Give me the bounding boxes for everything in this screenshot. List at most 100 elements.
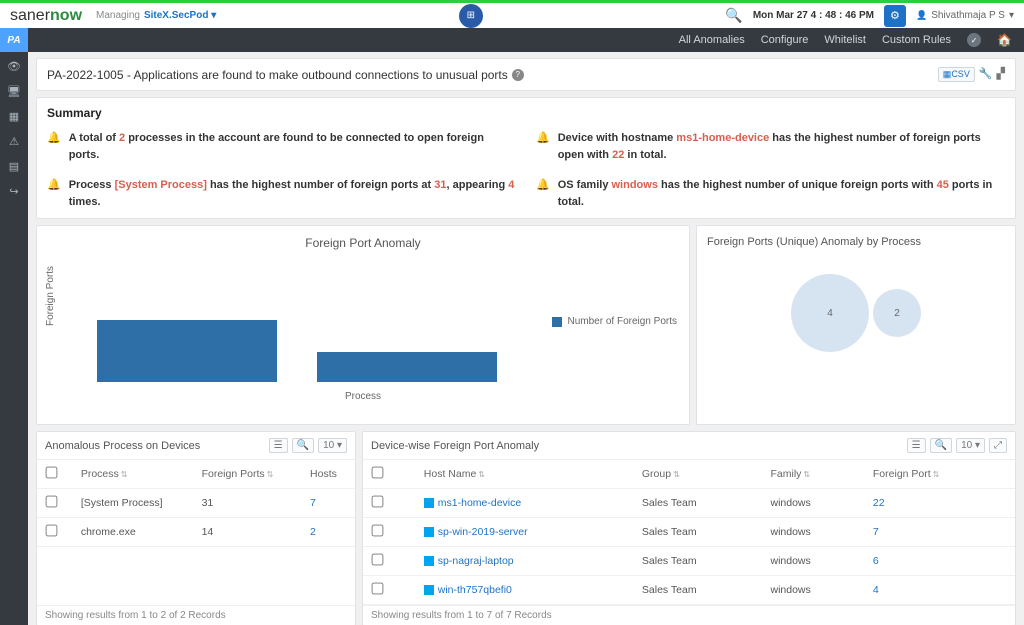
bubble-chart[interactable]: 4 2 xyxy=(707,274,1005,352)
page-size-select[interactable]: 10 ▾ xyxy=(956,438,985,453)
csv-button[interactable]: ▦CSV xyxy=(938,67,975,82)
col-family[interactable]: Family⇅ xyxy=(762,460,864,489)
clock-label: Mon Mar 27 4 : 48 : 46 PM xyxy=(753,10,874,21)
row-checkbox[interactable] xyxy=(46,525,58,537)
windows-icon xyxy=(424,527,434,537)
wrench-icon[interactable]: 🔧 xyxy=(979,67,993,82)
summary-panel: Summary 🔔A total of 2 processes in the a… xyxy=(36,97,1016,219)
windows-icon xyxy=(424,556,434,566)
bar-2 xyxy=(317,352,497,382)
check-icon[interactable]: ✓ xyxy=(967,33,981,47)
bell-icon: 🔔 xyxy=(536,130,550,163)
table-row: sp-win-2019-serverSales Teamwindows7 xyxy=(363,518,1015,547)
device-table: Host Name⇅ Group⇅ Family⇅ Foreign Port⇅ … xyxy=(363,460,1015,605)
summary-heading: Summary xyxy=(47,106,1005,120)
port-link[interactable]: 22 xyxy=(873,497,885,509)
bell-icon: 🔔 xyxy=(536,177,550,210)
table-row: [System Process]317 xyxy=(37,489,355,518)
col-foreign-port[interactable]: Foreign Port⇅ xyxy=(865,460,1015,489)
settings-icon[interactable]: ⚙ xyxy=(884,5,906,27)
bubble-2: 2 xyxy=(873,289,921,337)
search-icon[interactable]: 🔍 xyxy=(292,438,314,453)
managing-label: Managing xyxy=(96,10,140,21)
sidebar: 👁 🖥 ▦ ⚠ ▤ ↪ xyxy=(0,52,28,625)
process-table-panel: Anomalous Process on Devices ☰ 🔍 10 ▾ Pr… xyxy=(36,431,356,625)
nav-custom-rules[interactable]: Custom Rules xyxy=(882,34,951,46)
book-icon[interactable]: ▤ xyxy=(9,160,19,173)
table-row: win-th757qbefi0Sales Teamwindows4 xyxy=(363,576,1015,605)
port-link[interactable]: 6 xyxy=(873,555,879,567)
table1-title: Anomalous Process on Devices xyxy=(45,440,200,452)
monitor-icon[interactable]: 🖥 xyxy=(7,85,21,98)
select-all-checkbox[interactable] xyxy=(46,467,58,479)
row-checkbox[interactable] xyxy=(372,583,384,595)
page-size-select[interactable]: 10 ▾ xyxy=(318,438,347,453)
process-table: Process⇅ Foreign Ports⇅ Hosts [System Pr… xyxy=(37,460,355,547)
search-icon[interactable]: 🔍 xyxy=(725,7,742,24)
page-title: PA-2022-1005 - Applications are found to… xyxy=(47,68,508,82)
chevron-down-icon: ▾ xyxy=(211,10,216,21)
site-dropdown[interactable]: SiteX.SecPod ▾ xyxy=(144,10,216,21)
bar-1 xyxy=(97,320,277,382)
table-row: chrome.exe142 xyxy=(37,518,355,547)
bell-icon: 🔔 xyxy=(47,130,61,163)
col-process[interactable]: Process⇅ xyxy=(73,460,194,489)
alert-icon[interactable]: ⚠ xyxy=(9,135,19,148)
port-link[interactable]: 7 xyxy=(873,526,879,538)
bar-chart-panel: Foreign Port Anomaly Foreign Ports Proce… xyxy=(36,225,690,425)
title-panel: PA-2022-1005 - Applications are found to… xyxy=(36,58,1016,91)
bar-chart[interactable] xyxy=(97,302,497,382)
x-axis-label: Process xyxy=(345,391,381,402)
bubble-chart-panel: Foreign Ports (Unique) Anomaly by Proces… xyxy=(696,225,1016,425)
chart-title: Foreign Port Anomaly xyxy=(47,236,679,250)
home-icon[interactable]: 🏠 xyxy=(997,33,1012,47)
hosts-link[interactable]: 7 xyxy=(310,497,316,509)
user-menu[interactable]: Shivathmaja P S ▾ xyxy=(916,10,1014,21)
row-checkbox[interactable] xyxy=(372,554,384,566)
row-checkbox[interactable] xyxy=(372,525,384,537)
select-all-checkbox[interactable] xyxy=(372,467,384,479)
bubble-title: Foreign Ports (Unique) Anomaly by Proces… xyxy=(707,236,1005,248)
col-host[interactable]: Host Name⇅ xyxy=(416,460,634,489)
table-row: sp-nagraj-laptopSales Teamwindows6 xyxy=(363,547,1015,576)
col-group[interactable]: Group⇅ xyxy=(634,460,763,489)
port-link[interactable]: 4 xyxy=(873,584,879,596)
device-table-panel: Device-wise Foreign Port Anomaly ☰ 🔍 10 … xyxy=(362,431,1016,625)
windows-icon xyxy=(424,498,434,508)
row-checkbox[interactable] xyxy=(46,496,58,508)
chart-legend: Number of Foreign Ports xyxy=(552,316,678,327)
search-icon[interactable]: 🔍 xyxy=(930,438,952,453)
bell-icon: 🔔 xyxy=(47,177,61,210)
nav-whitelist[interactable]: Whitelist xyxy=(824,34,866,46)
nav-bar: PA All Anomalies Configure Whitelist Cus… xyxy=(0,28,1024,52)
main-content: PA-2022-1005 - Applications are found to… xyxy=(28,52,1024,625)
apps-grid-icon[interactable]: ⊞ xyxy=(459,4,483,28)
top-bar: sanernow Managing SiteX.SecPod ▾ ⊞ 🔍 Mon… xyxy=(0,0,1024,28)
col-hosts[interactable]: Hosts xyxy=(302,460,355,489)
row-checkbox[interactable] xyxy=(372,496,384,508)
layout-icon[interactable]: ▞ xyxy=(997,67,1005,82)
windows-icon xyxy=(424,585,434,595)
brand: sanernow xyxy=(10,7,82,25)
col-foreign-ports[interactable]: Foreign Ports⇅ xyxy=(194,460,302,489)
grid-icon[interactable]: ▦ xyxy=(9,110,19,123)
expand-icon[interactable]: ⤢ xyxy=(989,438,1007,453)
host-link[interactable]: sp-win-2019-server xyxy=(438,526,528,538)
table1-footer: Showing results from 1 to 2 of 2 Records xyxy=(37,605,355,625)
table2-title: Device-wise Foreign Port Anomaly xyxy=(371,440,539,452)
eye-icon[interactable]: 👁 xyxy=(7,60,21,73)
logout-icon[interactable]: ↪ xyxy=(9,185,18,198)
host-link[interactable]: ms1-home-device xyxy=(438,497,521,509)
module-badge[interactable]: PA xyxy=(0,28,28,52)
host-link[interactable]: win-th757qbefi0 xyxy=(438,584,512,596)
host-link[interactable]: sp-nagraj-laptop xyxy=(438,555,514,567)
table-row: ms1-home-deviceSales Teamwindows22 xyxy=(363,489,1015,518)
nav-configure[interactable]: Configure xyxy=(761,34,809,46)
list-view-icon[interactable]: ☰ xyxy=(907,438,926,453)
hosts-link[interactable]: 2 xyxy=(310,526,316,538)
list-view-icon[interactable]: ☰ xyxy=(269,438,288,453)
help-icon[interactable]: ? xyxy=(512,69,524,81)
y-axis-label: Foreign Ports xyxy=(45,266,56,326)
bubble-1: 4 xyxy=(791,274,869,352)
nav-all-anomalies[interactable]: All Anomalies xyxy=(679,34,745,46)
